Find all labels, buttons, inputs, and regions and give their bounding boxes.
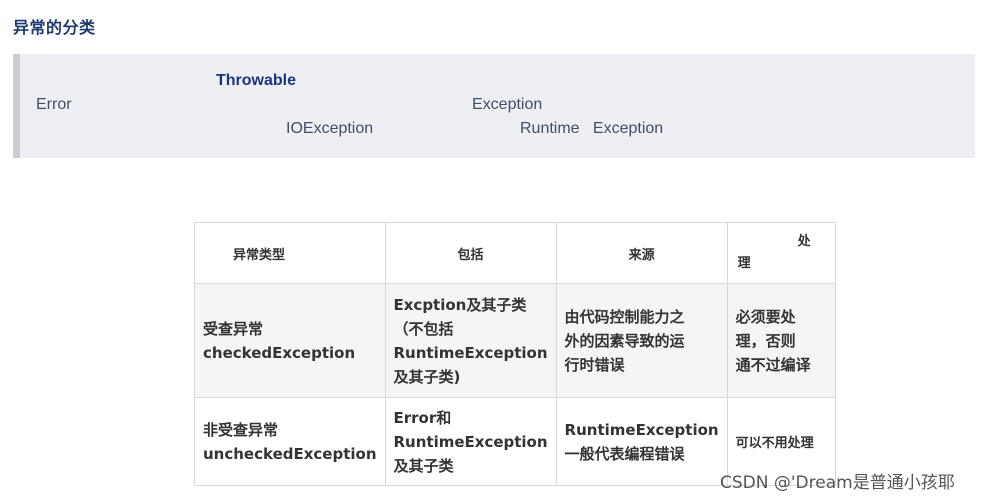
cell-text: 受查异常 — [203, 319, 264, 338]
cell-text: 行时错误 — [564, 355, 625, 374]
cell-text: 外的因素导致的运 — [564, 331, 685, 350]
cell-text: 理，否则 — [735, 331, 796, 350]
cell-text: （不包括 — [393, 319, 454, 338]
cell-text: 及其子类 — [393, 456, 454, 475]
hierarchy-runtime-exception: Runtime Exception — [520, 120, 664, 137]
cell-text: 必须要处 — [735, 307, 796, 326]
hierarchy-error: Error — [36, 96, 72, 113]
cell-text: 及其子类) — [393, 367, 461, 386]
cell-text: uncheckedException — [203, 444, 377, 463]
cell-type: 非受查异常 uncheckedException — [194, 397, 386, 486]
header-handling-part1: 处 — [797, 234, 811, 249]
hierarchy-blockquote: Throwable Error Exception IOException Ru… — [13, 54, 975, 158]
cell-text: checkedException — [203, 343, 356, 362]
hierarchy-exception: Exception — [472, 96, 543, 113]
cell-source: 由代码控制能力之 外的因素导致的运 行时错误 — [555, 283, 728, 398]
cell-includes: Excption及其子类 （不包括 RuntimeException 及其子类) — [384, 283, 557, 398]
cell-includes: Error和 RuntimeException 及其子类 — [384, 397, 557, 486]
cell-source: RuntimeException 一般代表编程错误 — [555, 397, 728, 486]
page: 异常的分类 Throwable Error Exception IOExcept… — [0, 0, 989, 499]
cell-text: RuntimeException — [564, 420, 719, 439]
table-row: 受查异常 checkedException Excption及其子类 （不包括 … — [194, 283, 836, 398]
cell-text: 一般代表编程错误 — [564, 444, 685, 463]
header-includes: 包括 — [384, 222, 557, 284]
table-header-row: 异常类型 包括 来源 处 理 — [194, 222, 836, 284]
section-heading: 异常的分类 — [13, 18, 96, 37]
hierarchy-throwable: Throwable — [216, 72, 297, 89]
cell-type: 受查异常 checkedException — [194, 283, 386, 398]
cell-handling: 必须要处 理，否则 通不过编译 — [726, 283, 836, 398]
cell-text: 通不过编译 — [735, 355, 811, 374]
cell-text: 非受查异常 — [203, 420, 279, 439]
cell-text: RuntimeException — [393, 343, 548, 362]
cell-text: RuntimeException — [393, 432, 548, 451]
header-type: 异常类型 — [194, 222, 386, 284]
cell-text: Error和 — [393, 408, 452, 427]
hierarchy-ioexception: IOException — [286, 120, 374, 137]
header-handling: 处 理 — [726, 222, 836, 284]
header-source: 来源 — [555, 222, 728, 284]
header-handling-part2: 理 — [737, 256, 751, 271]
csdn-watermark: CSDN @'Dream是普通小孩耶 — [720, 473, 955, 493]
exception-classification-table: 异常类型 包括 来源 处 理 受查异常 checkedException Exc… — [194, 222, 836, 486]
cell-text: Excption及其子类 — [393, 295, 527, 314]
cell-text: 由代码控制能力之 — [564, 307, 685, 326]
